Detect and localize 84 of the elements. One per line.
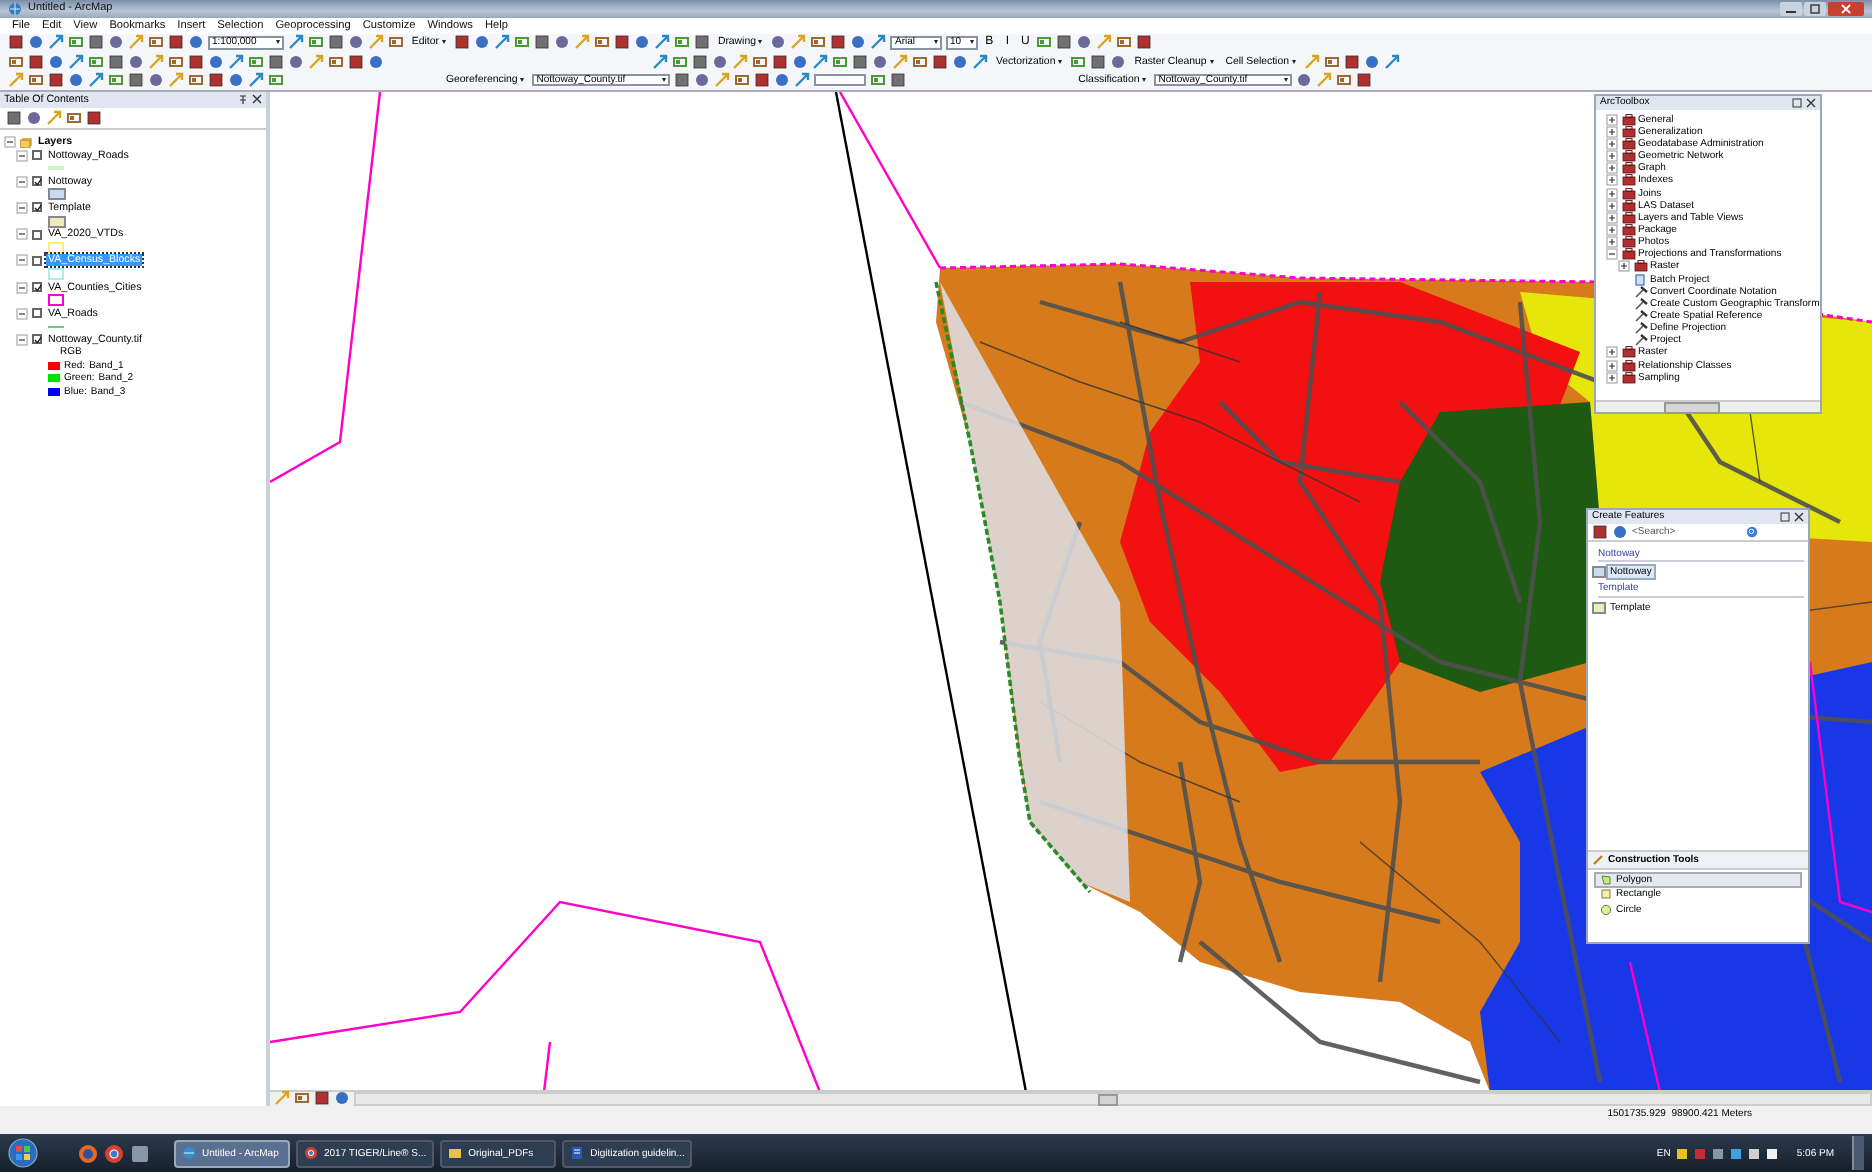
expand-icon[interactable] <box>1606 346 1618 359</box>
close-icon[interactable] <box>1794 511 1804 522</box>
pin-icon[interactable] <box>238 93 248 106</box>
tool-icon[interactable] <box>810 34 827 51</box>
expand-icon[interactable] <box>1606 113 1618 126</box>
input-field[interactable] <box>814 73 867 87</box>
rectangle-icon <box>1600 888 1612 901</box>
tool-icon[interactable] <box>1116 34 1133 51</box>
start-orb-icon[interactable] <box>8 1138 38 1169</box>
tool-icon[interactable] <box>328 53 344 70</box>
tool-icon[interactable] <box>593 34 610 51</box>
expand-icon[interactable] <box>1606 150 1618 163</box>
check-icon <box>33 335 41 344</box>
folder-icon <box>448 1146 463 1161</box>
expand-icon[interactable] <box>1606 359 1618 372</box>
search-icon[interactable] <box>1746 525 1758 538</box>
tool-icon[interactable] <box>912 53 928 70</box>
tool-icon[interactable] <box>86 109 102 126</box>
expand-icon[interactable] <box>1606 224 1618 237</box>
tool-icon[interactable] <box>387 34 404 51</box>
browser-icon <box>304 1146 318 1161</box>
polygon-icon <box>1600 873 1612 886</box>
expand-icon[interactable] <box>1606 138 1618 151</box>
tool-icon[interactable] <box>294 1090 310 1107</box>
tool-icon[interactable] <box>752 53 768 70</box>
collapse-icon[interactable] <box>16 175 28 188</box>
arcmap-globe-icon <box>8 1 22 16</box>
layer-checkbox[interactable] <box>32 308 42 319</box>
collapse-icon[interactable] <box>16 333 28 346</box>
check-icon <box>33 177 41 186</box>
tool-icon[interactable] <box>734 72 751 89</box>
expand-icon[interactable] <box>1618 260 1630 273</box>
circle-icon <box>1600 903 1612 916</box>
document-icon <box>570 1146 585 1161</box>
tool-icon[interactable] <box>168 53 184 70</box>
expand-icon[interactable] <box>1606 174 1618 187</box>
globe-icon <box>182 1146 196 1161</box>
collapse-icon[interactable] <box>16 201 28 214</box>
expand-icon[interactable] <box>1606 125 1618 138</box>
collapse-icon[interactable] <box>4 136 16 148</box>
collapse-icon[interactable] <box>16 281 28 294</box>
check-icon <box>33 283 41 292</box>
layer-checkbox[interactable] <box>32 282 42 293</box>
close-icon[interactable] <box>252 94 262 105</box>
horizontal-scrollbar[interactable] <box>1596 399 1820 412</box>
expand-icon[interactable] <box>1606 199 1618 212</box>
layer-checkbox[interactable] <box>32 334 42 345</box>
app-icon[interactable] <box>130 1143 150 1164</box>
minimize-icon[interactable] <box>1780 1 1802 16</box>
pencil-icon <box>1592 853 1604 866</box>
browser-icon[interactable] <box>104 1143 124 1164</box>
close-icon[interactable] <box>1806 97 1816 108</box>
tool-icon[interactable] <box>1336 72 1353 89</box>
layer-checkbox[interactable] <box>32 255 42 266</box>
tool-icon[interactable] <box>148 34 164 51</box>
expand-icon[interactable] <box>1606 162 1618 175</box>
check-icon <box>33 203 41 212</box>
float-icon[interactable] <box>1780 511 1790 522</box>
float-icon[interactable] <box>1792 97 1802 108</box>
tool-icon[interactable] <box>8 53 24 70</box>
layer-checkbox[interactable] <box>32 229 42 240</box>
horizontal-scrollbar[interactable] <box>354 1091 1872 1106</box>
layers-icon <box>20 136 34 148</box>
layer-checkbox[interactable] <box>32 150 42 161</box>
collapse-icon[interactable] <box>16 307 28 320</box>
script-icon <box>1633 273 1647 286</box>
expand-icon[interactable] <box>1606 211 1618 224</box>
show-desktop-button[interactable] <box>1852 1136 1864 1171</box>
collapse-icon[interactable] <box>16 254 28 267</box>
close-icon[interactable] <box>1828 1 1864 16</box>
layer-checkbox[interactable] <box>32 176 42 187</box>
expand-icon[interactable] <box>1606 236 1618 249</box>
expand-icon[interactable] <box>1606 187 1618 200</box>
tool-icon[interactable] <box>188 72 204 89</box>
tool-icon[interactable] <box>1296 72 1313 89</box>
tool-icon[interactable] <box>28 72 44 89</box>
expand-icon[interactable] <box>1606 371 1618 384</box>
collapse-icon[interactable] <box>1606 248 1618 261</box>
layer-checkbox[interactable] <box>32 202 42 213</box>
tool-icon[interactable] <box>66 109 82 126</box>
collapse-icon[interactable] <box>16 149 28 162</box>
collapse-icon[interactable] <box>16 228 28 241</box>
tool-icon[interactable] <box>1323 53 1340 70</box>
maximize-icon[interactable] <box>1804 1 1826 16</box>
